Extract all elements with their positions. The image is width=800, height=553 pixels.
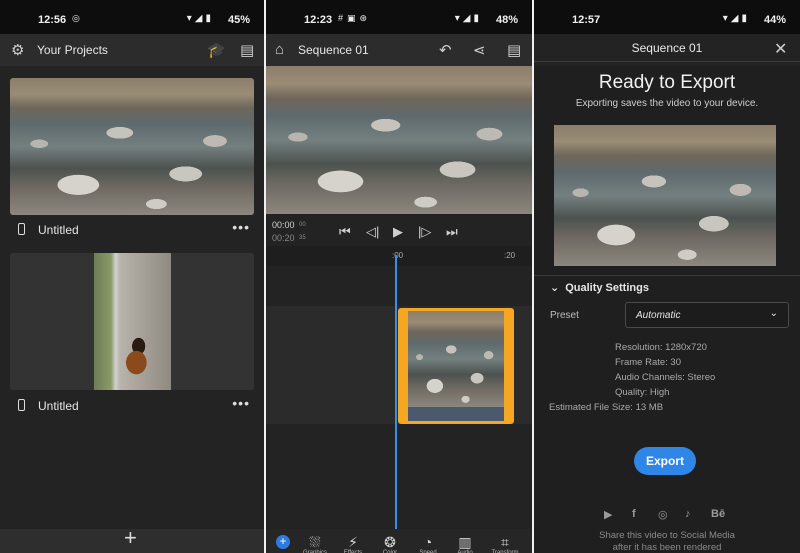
share-icon[interactable]: ⋖ — [473, 41, 486, 59]
phone-icon — [18, 399, 25, 411]
step-back-icon[interactable]: ◁| — [366, 224, 379, 240]
current-timecode: 00:00 — [272, 220, 295, 230]
project-name: Untitled — [38, 223, 79, 237]
instagram-icon[interactable]: ◎ — [658, 508, 668, 521]
step-forward-icon[interactable]: |▷ — [418, 224, 431, 240]
behance-icon[interactable]: Bē — [711, 508, 725, 520]
status-bar: 12:23 #▣⊛ ▾◢▮ 48% — [266, 0, 532, 34]
video-clip[interactable] — [398, 308, 514, 424]
tool-effects[interactable]: ⚡ Effects — [333, 535, 373, 553]
play-icon[interactable]: ▶ — [393, 224, 403, 240]
chevron-down-icon: ⌄ — [769, 308, 778, 319]
feedback-icon[interactable]: ▤ — [507, 41, 521, 59]
project-thumbnail[interactable] — [10, 253, 254, 390]
sequence-title: Sequence 01 — [631, 41, 703, 55]
home-icon[interactable]: ⌂ — [275, 41, 284, 58]
spec-frame-rate: Frame Rate: 30 — [615, 357, 681, 368]
current-timecode-frames: 00 — [299, 222, 306, 228]
feedback-icon[interactable]: ▤ — [240, 41, 254, 59]
editor-app-bar: ⌂ Sequence 01 ↶ ⋖ ▤ — [266, 34, 532, 66]
video-preview — [266, 66, 532, 214]
timeline-ruler[interactable]: :00 :20 — [266, 246, 532, 266]
total-timecode: 00:20 — [272, 233, 295, 243]
clip-audio-strip — [408, 407, 504, 421]
tool-speed[interactable]: ◔ Speed — [408, 535, 448, 553]
status-bar: 12:57 ▾◢▮ 44% — [534, 0, 800, 34]
export-heading: Ready to Export — [598, 72, 736, 93]
export-subheading: Exporting saves the video to your device… — [575, 98, 759, 109]
tool-color[interactable]: ❂ Color — [370, 535, 410, 553]
notification-icon: ◎ — [72, 13, 84, 23]
facebook-icon[interactable]: f — [632, 508, 636, 520]
total-timecode-frames: 35 — [299, 235, 306, 241]
signal-icon: ▾◢▮ — [722, 13, 750, 24]
quality-settings-toggle[interactable]: ⌄ Quality Settings — [550, 281, 649, 294]
color-icon: ❂ — [384, 534, 396, 550]
editor-screen: 12:23 #▣⊛ ▾◢▮ 48% ⌂ Sequence 01 ↶ ⋖ ▤ 00… — [266, 0, 532, 553]
more-options-icon[interactable]: ••• — [232, 219, 250, 235]
header-divider — [534, 61, 800, 62]
clip-thumbnail — [408, 311, 504, 407]
spec-resolution: Resolution: 1280x720 — [615, 342, 707, 353]
tiktok-icon[interactable]: ♪ — [685, 508, 691, 520]
status-bar: 12:56 ◎ ▾◢▮ 45% — [0, 0, 264, 34]
export-button[interactable]: Export — [634, 447, 696, 475]
preset-label: Preset — [550, 310, 579, 321]
undo-icon[interactable]: ↶ — [439, 41, 452, 59]
page-title: Your Projects — [37, 43, 108, 57]
spec-audio-channels: Audio Channels: Stereo — [615, 372, 716, 383]
phone-icon — [18, 223, 25, 235]
sequence-title: Sequence 01 — [298, 43, 369, 57]
section-divider — [534, 275, 800, 276]
graphics-icon: ⛆ — [309, 534, 321, 550]
chevron-down-icon: ⌄ — [550, 282, 560, 294]
close-icon[interactable]: ✕ — [774, 39, 787, 59]
projects-app-bar: ⚙ Your Projects 🎓 ▤ — [0, 34, 264, 66]
export-screen: 12:57 ▾◢▮ 44% Sequence 01 ✕ Ready to Exp… — [534, 0, 800, 553]
tool-transform[interactable]: ⌗ Transform — [485, 535, 525, 553]
tool-audio[interactable]: ▥ Audio — [445, 535, 485, 553]
playhead[interactable] — [395, 255, 397, 553]
spec-file-size: Estimated File Size: 13 MB — [549, 402, 664, 413]
transform-icon: ⌗ — [501, 534, 509, 550]
battery-level: 45% — [227, 14, 250, 26]
tool-graphics[interactable]: ⛆ Graphics — [295, 535, 335, 553]
preset-select[interactable]: Automatic ⌄ — [625, 302, 789, 328]
project-item[interactable]: Untitled ••• — [10, 219, 254, 241]
signal-icon: ▾◢▮ — [186, 13, 214, 24]
skip-start-icon[interactable]: ⏮ — [339, 224, 351, 240]
export-preview — [554, 125, 776, 266]
dog-photo — [94, 253, 171, 390]
skip-end-icon[interactable]: ⏭ — [446, 224, 458, 240]
preset-value: Automatic — [636, 310, 681, 321]
signal-icon: ▾◢▮ — [454, 13, 482, 24]
battery-level: 48% — [495, 14, 518, 26]
status-time: 12:23 — [304, 14, 333, 26]
gear-icon[interactable]: ⚙ — [11, 41, 24, 59]
battery-level: 44% — [763, 14, 786, 26]
add-media-button[interactable]: + — [276, 535, 290, 549]
youtube-icon[interactable]: ▶ — [604, 508, 612, 521]
editor-toolbar: + ⛆ Graphics ⚡ Effects ❂ Color ◔ Speed ▥ Audi… — [266, 529, 532, 553]
speed-icon: ◔ — [423, 534, 433, 550]
project-thumbnail[interactable] — [10, 78, 254, 215]
status-time: 12:57 — [572, 14, 601, 26]
project-name: Untitled — [38, 399, 79, 413]
more-options-icon[interactable]: ••• — [232, 395, 250, 411]
project-item[interactable]: Untitled ••• — [10, 395, 254, 417]
projects-screen: 12:56 ◎ ▾◢▮ 45% ⚙ Your Projects 🎓 ▤ Unti… — [0, 0, 264, 553]
share-hint-line1: Share this video to Social Media — [599, 530, 735, 541]
ruler-tick: :20 — [504, 251, 516, 260]
tutorial-icon[interactable]: 🎓 — [207, 41, 226, 59]
notification-icon: #▣⊛ — [338, 13, 372, 23]
spec-quality: Quality: High — [615, 387, 670, 398]
status-time: 12:56 — [38, 14, 67, 26]
effects-icon: ⚡ — [348, 534, 358, 550]
audio-icon: ▥ — [458, 534, 472, 550]
bottom-bar: + — [0, 525, 264, 553]
ruler-tick: :00 — [392, 251, 404, 260]
share-hint-line2: after it has been rendered — [612, 542, 722, 553]
new-project-button[interactable]: + — [124, 525, 137, 551]
